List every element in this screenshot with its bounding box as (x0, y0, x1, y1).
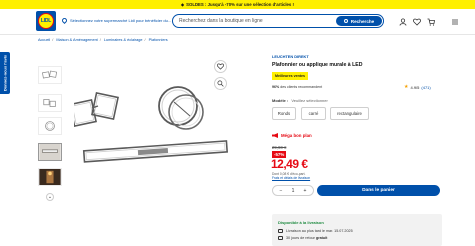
zoom-icon (217, 80, 224, 87)
square-lamp-illustration (69, 92, 119, 127)
quantity-increase-button[interactable]: + (301, 188, 309, 194)
store-link-text: Sélectionnez votre supermarché Lidl pour… (70, 18, 172, 23)
search-bar: Recherche (172, 14, 384, 28)
thumbnail-1[interactable] (38, 66, 62, 84)
user-icon[interactable] (399, 18, 407, 26)
product-image[interactable] (69, 60, 234, 195)
bestseller-badge: Meilleures ventes (272, 72, 308, 80)
store-selector-link[interactable]: Sélectionnez votre supermarché Lidl pour… (60, 16, 172, 25)
delivery-date-text: Livraison au plus tard le mar. 15.07.202… (286, 229, 353, 233)
returns-free: gratuit (315, 236, 328, 240)
search-input[interactable] (179, 15, 329, 27)
rating[interactable]: ★ 4.9/5 (471) (404, 84, 431, 90)
current-price: 12,49 € (271, 157, 308, 171)
thumbnail-3[interactable] (38, 117, 62, 135)
logo-text: LIDL (38, 13, 54, 29)
breadcrumb-item-home[interactable]: Accueil (38, 38, 50, 42)
thumbnail-2[interactable] (38, 94, 62, 112)
delivery-title: Disponible à la livraison (278, 220, 324, 225)
breadcrumb-item-luminaires[interactable]: Luminaires & éclairage (104, 38, 143, 42)
rating-value: 4.9/5 (410, 84, 420, 90)
quantity-value[interactable]: 1 (292, 188, 295, 194)
thumbnail-4[interactable] (38, 143, 62, 161)
variant-selection-hint: Veuillez sélectionner (291, 98, 328, 103)
variant-option-ronds[interactable]: Ronds (272, 107, 296, 120)
tag-icon: ◆ (181, 2, 185, 7)
recommendation-percent: 96% (272, 85, 280, 89)
breadcrumb-separator: / (52, 38, 54, 42)
quantity-decrease-button[interactable]: − (277, 188, 285, 194)
price-details: Dont 0,08 € d'éco-part. Frais et délais … (272, 172, 310, 180)
rectangular-lamp-illustration (82, 140, 229, 163)
lidl-logo[interactable]: LIDL (36, 11, 56, 31)
thumbnail-5[interactable] (38, 168, 62, 186)
returns-row: 30 jours de retour gratuit (278, 236, 327, 240)
deal-text: Méga bon plan (281, 133, 312, 138)
returns-text: 30 jours de retour (286, 236, 315, 240)
recommendation-label: des clients recommandent (280, 85, 323, 89)
search-button[interactable]: Recherche (336, 16, 382, 26)
product-brand-link[interactable]: LEUCHTEN DIREKT (272, 54, 309, 59)
breadcrumb-separator: / (144, 38, 146, 42)
promo-bar[interactable]: ◆ SOLDES : Jusqu'à -70% sur une sélectio… (0, 0, 475, 9)
truck-icon (278, 229, 283, 233)
variant-label: Modèle : Veuillez sélectionner (272, 98, 328, 103)
menu-icon[interactable] (451, 18, 459, 26)
search-icon (343, 19, 348, 23)
zoom-button[interactable] (214, 77, 227, 90)
heart-icon (217, 63, 224, 70)
megaphone-icon (272, 133, 278, 138)
rating-count: (471) (421, 84, 431, 90)
quantity-stepper: − 1 + (272, 185, 314, 196)
delivery-box: Disponible à la livraison Livraison au p… (272, 214, 442, 246)
return-icon (278, 236, 283, 240)
recommendation-text: 96% des clients recommandent (272, 85, 322, 89)
heart-icon[interactable] (413, 18, 421, 26)
breadcrumb-separator: / (99, 38, 101, 42)
round-lamp-illustration (158, 86, 204, 130)
product-title: Plafonnier ou applique murale à LED (272, 62, 363, 68)
chevron-down-icon: ⌄ (47, 194, 53, 200)
feedback-tab[interactable]: Donnez-nous l'avis (0, 52, 10, 94)
variant-label-title: Modèle : (272, 98, 289, 103)
deal-label: Méga bon plan (272, 133, 312, 138)
variant-option-rectangulaire[interactable]: rectangulaire (330, 107, 369, 120)
search-button-label: Recherche (350, 18, 375, 24)
promo-text: SOLDES : Jusqu'à -70% sur une sélection … (186, 2, 294, 7)
breadcrumb-item-plafonniers[interactable]: Plafonniers (149, 38, 168, 42)
star-icon: ★ (404, 84, 409, 90)
feedback-tab-label: Donnez-nous l'avis (2, 54, 8, 92)
header: LIDL Sélectionnez votre supermarché Lidl… (0, 9, 475, 35)
shipping-info-link[interactable]: Frais et délais de livraison (272, 176, 310, 180)
variant-option-carre[interactable]: carré (301, 107, 326, 120)
add-to-cart-button[interactable]: Dans le panier (317, 185, 440, 196)
cart-icon[interactable] (427, 18, 435, 26)
delivery-date-row: Livraison au plus tard le mar. 15.07.202… (278, 229, 353, 233)
old-price: 29,90 € (272, 145, 287, 150)
location-pin-icon (60, 16, 69, 25)
breadcrumb: Accueil / Maison & Aménagement / Luminaire… (38, 38, 168, 42)
thumbnails-next-button[interactable]: ⌄ (46, 193, 54, 201)
breadcrumb-item-maison[interactable]: Maison & Aménagement (56, 38, 97, 42)
add-to-wishlist-button[interactable] (214, 60, 227, 73)
